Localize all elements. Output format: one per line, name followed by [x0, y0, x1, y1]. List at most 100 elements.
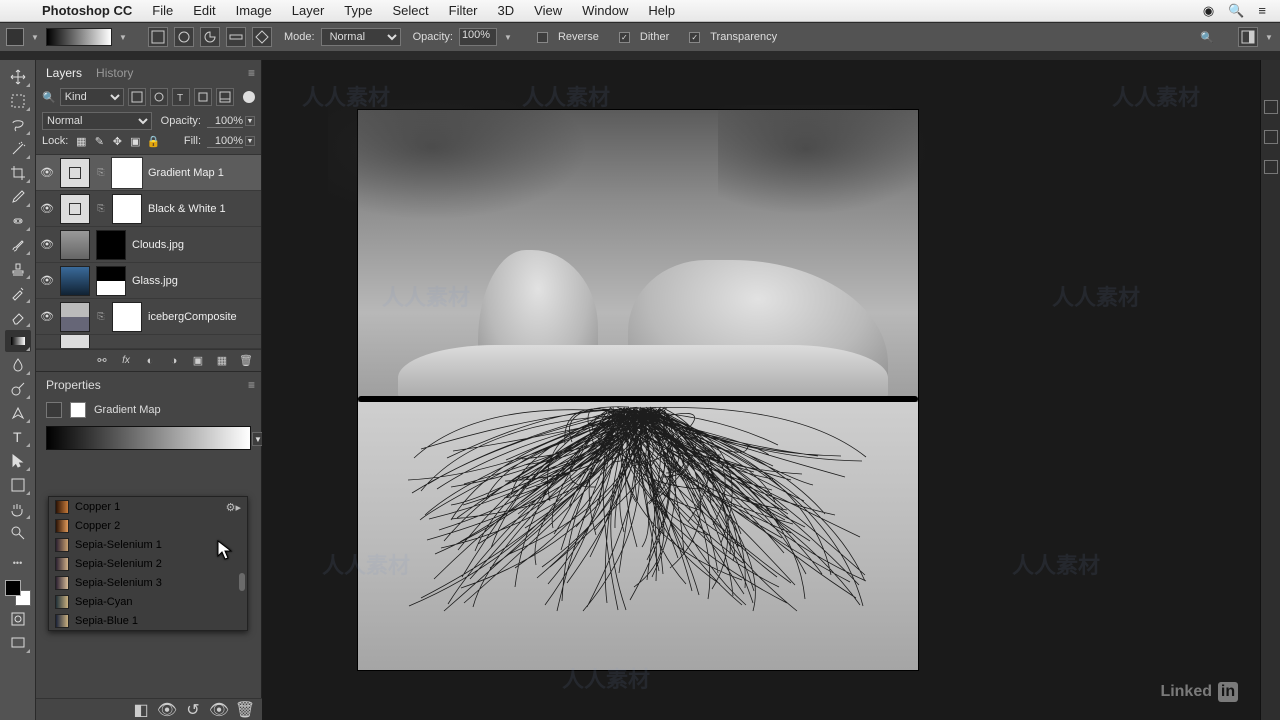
mode-select[interactable]: Normal — [321, 28, 401, 46]
pen-tool[interactable] — [5, 402, 31, 424]
tab-layers[interactable]: Layers — [46, 66, 82, 84]
move-tool[interactable] — [5, 66, 31, 88]
clip-icon[interactable]: ◧ — [134, 703, 148, 717]
layer-thumbnail[interactable] — [60, 335, 90, 349]
view-previous-icon[interactable]: 👁 — [160, 703, 174, 717]
tab-history[interactable]: History — [96, 66, 133, 84]
gradient-picker-dropdown[interactable]: ▼ — [118, 30, 128, 44]
search-icon[interactable]: 🔍 — [1200, 31, 1214, 44]
layer-name[interactable]: Gradient Map 1 — [148, 167, 257, 179]
lock-artboard-icon[interactable]: ▣ — [128, 134, 142, 148]
transparency-checkbox[interactable]: ✓ — [689, 32, 700, 43]
layer-row[interactable]: 👁 ⎘ Black & White 1 — [36, 191, 261, 227]
lasso-tool[interactable] — [5, 114, 31, 136]
layer-row[interactable]: 👁 ⎘ Gradient Map 1 — [36, 155, 261, 191]
layer-mask-thumbnail[interactable] — [96, 266, 126, 296]
filter-adjust-icon[interactable] — [150, 88, 168, 106]
angle-gradient-icon[interactable] — [200, 27, 220, 47]
menu-file[interactable]: File — [142, 3, 183, 18]
gradient-preview[interactable] — [46, 28, 112, 46]
menu-window[interactable]: Window — [572, 3, 638, 18]
menu-type[interactable]: Type — [334, 3, 382, 18]
crop-tool[interactable] — [5, 162, 31, 184]
zoom-tool[interactable] — [5, 522, 31, 544]
preset-item[interactable]: Sepia-Selenium 3 — [49, 573, 247, 592]
color-swatches[interactable] — [5, 580, 31, 606]
radial-gradient-icon[interactable] — [174, 27, 194, 47]
fill-value[interactable]: 100% — [207, 135, 243, 148]
document-canvas[interactable] — [358, 110, 918, 670]
workspace-dropdown[interactable]: ▼ — [1264, 30, 1274, 44]
menu-extras-icon[interactable]: ≡ — [1258, 3, 1266, 18]
gradient-preset-dropdown[interactable]: ⚙▸ Copper 1Copper 2Sepia-Selenium 1Sepia… — [48, 496, 248, 631]
preset-item[interactable]: Sepia-Selenium 1 — [49, 535, 247, 554]
preset-item[interactable]: Sepia-Selenium 2 — [49, 554, 247, 573]
layer-thumbnail[interactable] — [60, 302, 90, 332]
lock-all-icon[interactable]: 🔒 — [146, 134, 160, 148]
filter-pixel-icon[interactable] — [128, 88, 146, 106]
shape-tool[interactable] — [5, 474, 31, 496]
edit-toolbar-button[interactable]: ••• — [5, 552, 31, 574]
layer-thumbnail[interactable] — [60, 194, 90, 224]
stamp-tool[interactable] — [5, 258, 31, 280]
healing-tool[interactable] — [5, 210, 31, 232]
layer-opacity-value[interactable]: 100% — [207, 115, 243, 128]
eyedropper-tool[interactable] — [5, 186, 31, 208]
opt-opacity-dropdown[interactable]: ▼ — [503, 30, 513, 44]
menu-layer[interactable]: Layer — [282, 3, 335, 18]
layer-mask-thumbnail[interactable] — [112, 194, 142, 224]
layer-name[interactable]: Clouds.jpg — [132, 239, 257, 251]
gradient-tool[interactable] — [5, 330, 31, 352]
visibility-icon[interactable]: 👁 — [40, 238, 54, 252]
filter-kind-select[interactable]: Kind — [60, 88, 124, 106]
workspace-switcher[interactable] — [1238, 27, 1258, 47]
visibility-icon[interactable]: 👁 — [40, 166, 54, 180]
layers-panel-menu[interactable]: ≡ — [248, 66, 255, 80]
diamond-gradient-icon[interactable] — [252, 27, 272, 47]
layer-opacity-dropdown[interactable]: ▼ — [245, 116, 255, 126]
filter-shape-icon[interactable] — [194, 88, 212, 106]
reflected-gradient-icon[interactable] — [226, 27, 246, 47]
spotlight-icon[interactable]: 🔍 — [1228, 3, 1244, 19]
layer-mask-thumbnail[interactable] — [112, 158, 142, 188]
quickmask-button[interactable] — [5, 608, 31, 630]
dither-checkbox[interactable]: ✓ — [619, 32, 630, 43]
hand-tool[interactable] — [5, 498, 31, 520]
lock-brush-icon[interactable]: ✎ — [92, 134, 106, 148]
dock-icon[interactable] — [1264, 160, 1278, 174]
cc-icon[interactable]: ◉ — [1203, 3, 1214, 19]
properties-panel-menu[interactable]: ≡ — [248, 378, 255, 392]
opt-opacity-value[interactable]: 100% — [459, 28, 497, 46]
mask-icon[interactable]: ◐ — [143, 354, 157, 368]
magic-wand-tool[interactable] — [5, 138, 31, 160]
app-name[interactable]: Photoshop CC — [32, 3, 142, 18]
layer-row[interactable]: 👁 Glass.jpg — [36, 263, 261, 299]
tool-preset-dropdown[interactable]: ▼ — [30, 30, 40, 44]
layer-name[interactable]: icebergComposite — [148, 311, 257, 323]
toggle-visibility-icon[interactable]: 👁 — [212, 703, 226, 717]
filter-type-icon[interactable]: T — [172, 88, 190, 106]
trash-icon[interactable]: 🗑 — [238, 703, 252, 717]
layer-mask-thumbnail[interactable] — [96, 230, 126, 260]
dodge-tool[interactable] — [5, 378, 31, 400]
menu-help[interactable]: Help — [638, 3, 685, 18]
gradient-bar[interactable]: ▼ — [46, 426, 251, 450]
lock-position-icon[interactable]: ✥ — [110, 134, 124, 148]
new-layer-icon[interactable]: ▦ — [215, 354, 229, 368]
layer-row[interactable]: 👁 Clouds.jpg — [36, 227, 261, 263]
layer-name[interactable]: Black & White 1 — [148, 203, 257, 215]
blur-tool[interactable] — [5, 354, 31, 376]
brush-tool[interactable] — [5, 234, 31, 256]
screenmode-button[interactable] — [5, 632, 31, 654]
layer-name[interactable]: Glass.jpg — [132, 275, 257, 287]
preset-item[interactable]: Sepia-Blue 1 — [49, 611, 247, 630]
visibility-icon[interactable] — [40, 335, 54, 349]
path-select-tool[interactable] — [5, 450, 31, 472]
group-icon[interactable]: ▣ — [191, 354, 205, 368]
layer-row[interactable] — [36, 335, 261, 349]
link-layers-icon[interactable]: ⚯ — [95, 354, 109, 368]
menu-view[interactable]: View — [524, 3, 572, 18]
linear-gradient-icon[interactable] — [148, 27, 168, 47]
layer-thumbnail[interactable] — [60, 266, 90, 296]
history-brush-tool[interactable] — [5, 282, 31, 304]
